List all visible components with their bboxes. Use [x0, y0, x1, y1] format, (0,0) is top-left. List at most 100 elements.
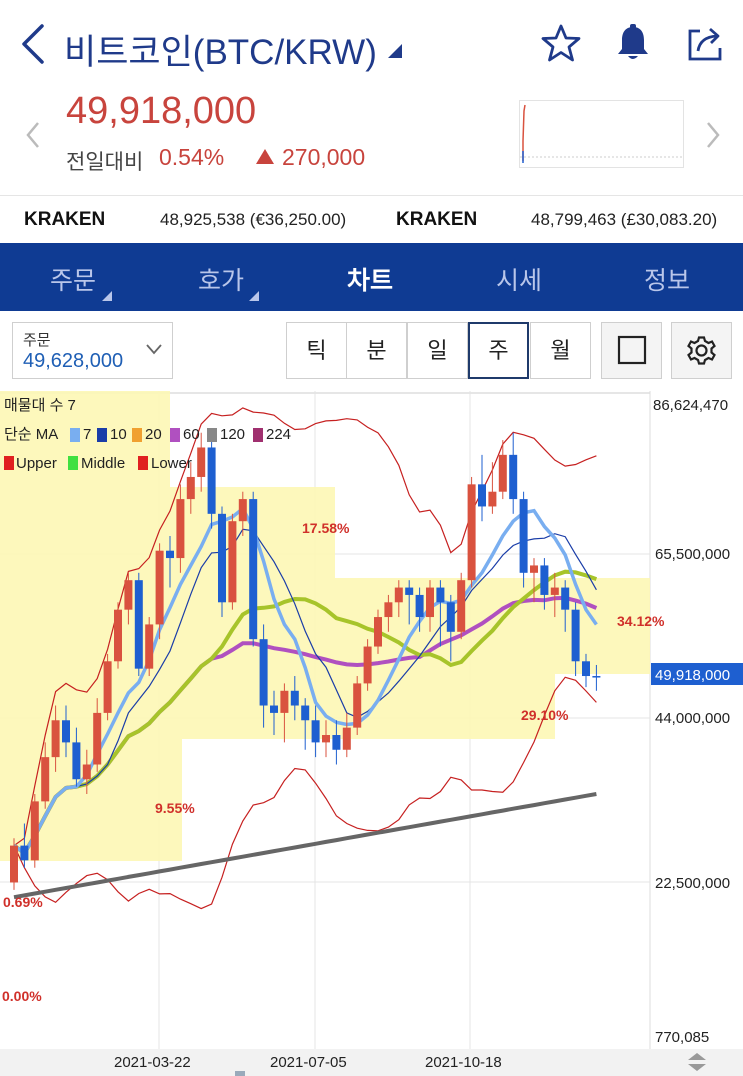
- profile-label: 29.10%: [521, 707, 569, 723]
- order-price-select[interactable]: 주문 49,628,000: [12, 322, 173, 379]
- candle: [124, 580, 133, 610]
- candle: [426, 587, 434, 618]
- candle: [301, 705, 310, 721]
- x-tick: 2021-10-18: [425, 1054, 502, 1071]
- candle: [582, 661, 590, 677]
- candle: [550, 587, 559, 595]
- candle: [488, 491, 497, 507]
- app-header: 비트코인(BTC/KRW): [0, 0, 743, 90]
- candle: [41, 757, 50, 802]
- main-tabs: 주문 호가 차트 시세 정보: [0, 243, 743, 311]
- candle: [322, 735, 330, 743]
- candle: [311, 720, 320, 743]
- legend-ma-224: 224: [266, 426, 291, 443]
- tab-info[interactable]: 정보: [644, 261, 690, 297]
- legend-middle: Middle: [81, 455, 125, 472]
- candle: [353, 683, 362, 728]
- candle: [415, 594, 424, 618]
- candle: [197, 447, 206, 477]
- period-tick[interactable]: 틱: [286, 322, 347, 379]
- y-tick: 770,085: [655, 1029, 709, 1046]
- y-tick: 86,624,470: [653, 397, 728, 414]
- period-minute[interactable]: 분: [346, 322, 407, 379]
- x-tick: 2021-03-22: [114, 1054, 191, 1071]
- tab-orderbook[interactable]: 호가: [198, 261, 244, 297]
- square-icon: [617, 335, 647, 365]
- compare-label: 전일대비: [66, 151, 144, 174]
- candle: [62, 720, 70, 743]
- legend-upper: Upper: [16, 455, 57, 472]
- candle: [530, 565, 538, 573]
- title-dropdown-icon[interactable]: [388, 44, 402, 58]
- chart-type-button[interactable]: [601, 322, 662, 379]
- period-week[interactable]: 주: [468, 322, 529, 379]
- candle: [207, 447, 216, 514]
- profile-label: 17.58%: [302, 520, 350, 536]
- y-tick: 22,500,000: [655, 875, 730, 892]
- candle: [114, 609, 122, 662]
- order-label: 주문: [23, 332, 51, 349]
- candle: [405, 587, 414, 595]
- legend-ma-120: 120: [220, 426, 245, 443]
- profile-label: 9.55%: [155, 800, 195, 816]
- candle: [571, 609, 580, 662]
- candle: [332, 735, 341, 750]
- tab-menu-icon: [102, 291, 112, 301]
- legend-ma-20: 20: [145, 426, 162, 443]
- x-tick: 2021-07-05: [270, 1054, 347, 1071]
- exchange-name: KRAKEN: [396, 209, 478, 230]
- current-price-label: 49,918,000: [655, 667, 730, 684]
- candle: [363, 646, 372, 684]
- back-arrow-icon[interactable]: [18, 22, 48, 66]
- current-price: 49,918,000: [66, 90, 257, 132]
- candle: [249, 499, 258, 640]
- exchange-row: KRAKEN 48,925,538 (€36,250.00) KRAKEN 48…: [0, 195, 743, 243]
- candle: [561, 587, 570, 610]
- prev-coin-icon[interactable]: [24, 120, 42, 150]
- legend-ma-7: 7: [83, 426, 91, 443]
- candle: [82, 764, 91, 780]
- candle: [280, 690, 289, 713]
- candle: [30, 801, 39, 861]
- candle: [592, 676, 601, 678]
- candle: [478, 484, 486, 507]
- period-month[interactable]: 월: [530, 322, 591, 379]
- tab-price[interactable]: 시세: [496, 261, 542, 297]
- candle: [259, 639, 268, 706]
- candle: [519, 499, 528, 573]
- chart-settings-button[interactable]: [671, 322, 732, 379]
- x-axis: 2021-03-22 2021-07-05 2021-10-18: [114, 1054, 502, 1071]
- candle: [384, 602, 393, 618]
- candle: [238, 499, 247, 522]
- exchange-value: 48,799,463 (£30,083.20): [531, 210, 718, 229]
- star-icon[interactable]: [540, 22, 582, 64]
- candle: [176, 499, 185, 559]
- sparkline-chart[interactable]: [519, 100, 684, 168]
- candle: [498, 454, 507, 492]
- tab-chart[interactable]: 차트: [347, 261, 393, 297]
- scroll-indicator[interactable]: [235, 1071, 245, 1076]
- candle: [394, 587, 403, 603]
- profile-bar: [0, 487, 335, 578]
- period-day[interactable]: 일: [407, 322, 468, 379]
- candle: [20, 845, 29, 861]
- compare-amount: 270,000: [282, 144, 366, 170]
- gear-icon: [687, 336, 716, 365]
- candle: [457, 580, 466, 632]
- candle: [134, 580, 143, 669]
- legend-ma-60: 60: [183, 426, 200, 443]
- tab-order[interactable]: 주문: [50, 261, 96, 297]
- candle: [270, 705, 278, 713]
- coin-title[interactable]: 비트코인(BTC/KRW): [64, 24, 377, 75]
- next-coin-icon[interactable]: [704, 120, 722, 150]
- bell-icon[interactable]: [612, 22, 654, 64]
- candle: [509, 454, 518, 500]
- share-icon[interactable]: [684, 22, 726, 64]
- candle: [51, 720, 60, 758]
- profile-label: 0.69%: [3, 894, 43, 910]
- price-chart[interactable]: 17.58% 9.55% 0.69% 0.00% 34.12% 29.10% 매…: [0, 391, 743, 1076]
- candle: [145, 624, 154, 669]
- candle: [72, 742, 81, 780]
- up-triangle-icon: [256, 149, 274, 164]
- candle: [155, 550, 164, 625]
